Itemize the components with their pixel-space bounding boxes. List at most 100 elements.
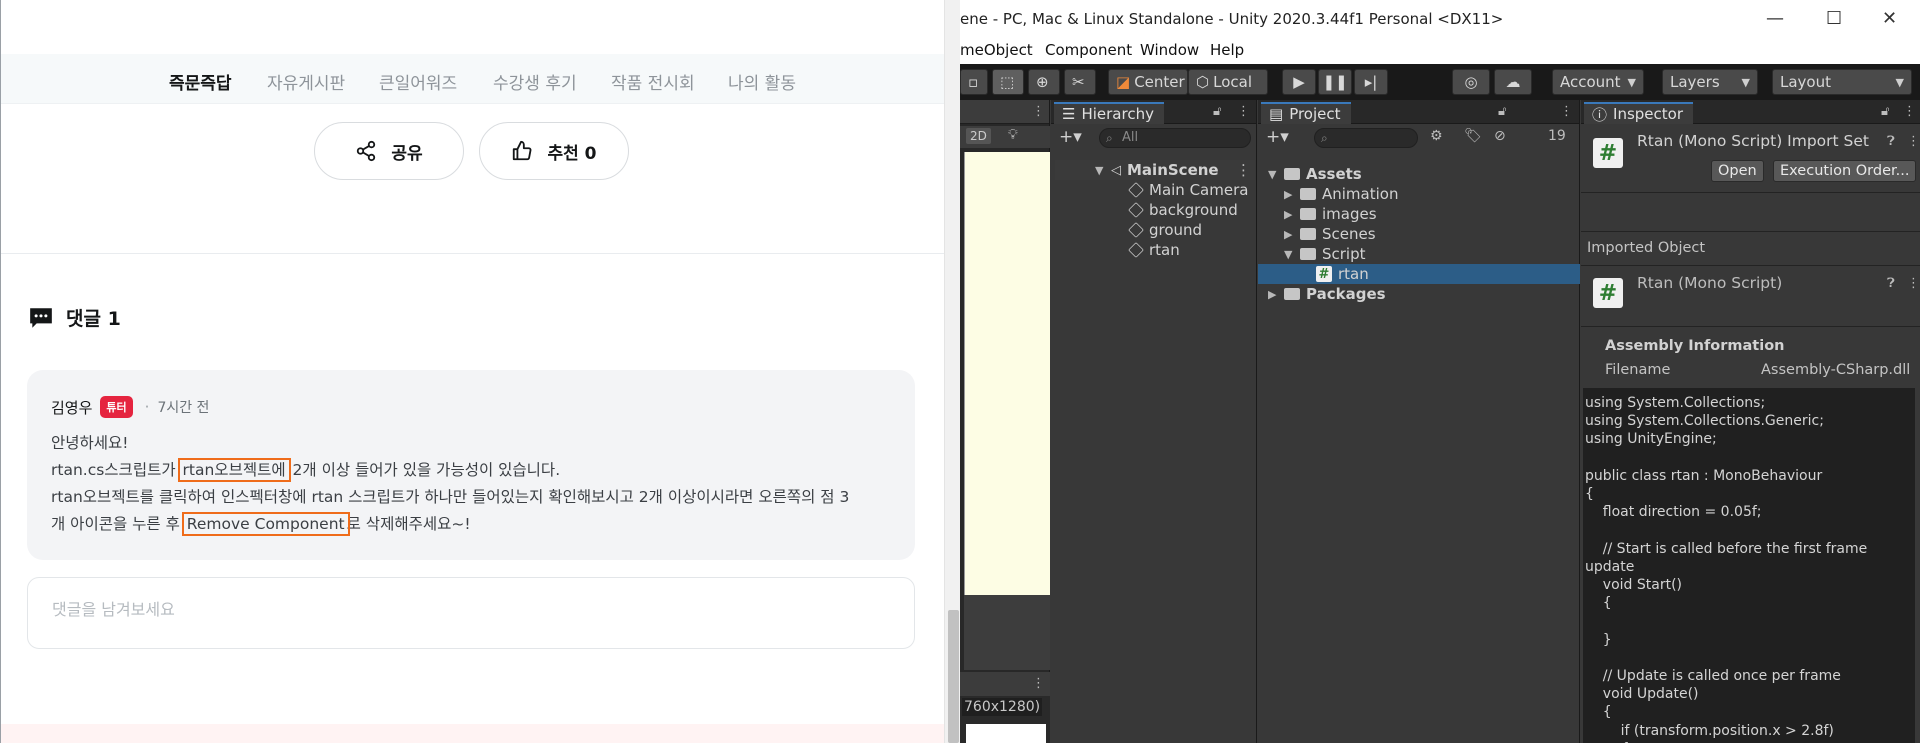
- assembly-info-label: Assembly Information: [1605, 338, 1785, 354]
- kebab-menu-icon[interactable]: ⋮: [1907, 134, 1920, 149]
- hierarchy-item[interactable]: rtan: [1128, 240, 1180, 260]
- game-header: ⋮: [960, 672, 1050, 696]
- lock-icon[interactable]: 🔓︎: [1498, 104, 1506, 119]
- project-panel: ▤ Project 🔓︎ ⋮ +▾ ⌕ ⚙ 🏷︎ ⊘ 19 ▼ Assets ▶ An…: [1258, 100, 1580, 743]
- project-tab[interactable]: ▤ Project: [1261, 102, 1351, 124]
- game-view[interactable]: ⋮ 760x1280): [960, 672, 1050, 743]
- hierarchy-item[interactable]: ground: [1128, 220, 1202, 240]
- kebab-menu-icon[interactable]: ⋮: [1560, 104, 1573, 119]
- assets-label: Assets: [1306, 165, 1362, 183]
- custom-tool-icon[interactable]: ✂: [1064, 69, 1096, 95]
- expand-icon[interactable]: ▼: [1284, 248, 1294, 261]
- reply-box[interactable]: [27, 577, 915, 649]
- hierarchy-item[interactable]: Main Camera: [1128, 180, 1248, 200]
- maximize-icon[interactable]: ☐: [1826, 8, 1842, 29]
- tab-my-activity[interactable]: 나의 활동: [728, 69, 796, 94]
- expand-icon[interactable]: ▼: [1095, 164, 1105, 177]
- lock-icon[interactable]: 🔓︎: [1213, 104, 1221, 119]
- add-icon[interactable]: +▾: [1266, 127, 1289, 147]
- label-icon[interactable]: 🏷︎: [1464, 128, 1482, 144]
- tab-exhibition[interactable]: 작품 전시회: [611, 69, 695, 94]
- project-folder[interactable]: ▶ Animation: [1284, 184, 1398, 204]
- execution-order-button[interactable]: Execution Order...: [1773, 160, 1917, 182]
- game-canvas: [966, 724, 1046, 743]
- highlight-remove-component: Remove Component: [181, 512, 350, 536]
- kebab-menu-icon[interactable]: ⋮: [1032, 676, 1045, 691]
- packages-folder[interactable]: ▶ Packages: [1268, 284, 1386, 304]
- close-icon[interactable]: ✕: [1882, 8, 1897, 29]
- kebab-menu-icon[interactable]: ⋮: [1903, 104, 1916, 119]
- project-folder[interactable]: ▼ Script: [1284, 244, 1366, 264]
- hierarchy-tab[interactable]: ☰ Hierarchy: [1054, 102, 1164, 124]
- step-icon[interactable]: ▸|: [1354, 69, 1388, 95]
- collapse-icon[interactable]: ▶: [1268, 288, 1278, 301]
- comment-author[interactable]: 김영우: [51, 397, 92, 418]
- layers-dropdown[interactable]: Layers ▼: [1662, 69, 1758, 95]
- collapse-icon[interactable]: ▶: [1284, 208, 1294, 221]
- project-item-rtan-script[interactable]: # rtan: [1258, 264, 1580, 284]
- lighting-icon[interactable]: 💡︎: [1008, 127, 1018, 143]
- hierarchy-search[interactable]: ⌕ All: [1099, 128, 1251, 148]
- collapse-icon[interactable]: ▶: [1284, 228, 1294, 241]
- play-icon[interactable]: ▶: [1282, 69, 1316, 95]
- section-divider: [1, 253, 944, 254]
- lock-icon[interactable]: 🔓︎: [1881, 104, 1889, 119]
- scene-row[interactable]: ▼ ◁ MainScene ⋮: [1055, 160, 1255, 180]
- add-icon[interactable]: +▾: [1059, 127, 1082, 147]
- folder-icon: [1300, 188, 1316, 200]
- pivot-local-button[interactable]: ⬡ Local: [1188, 69, 1268, 95]
- project-folder[interactable]: ▶ Scenes: [1284, 224, 1376, 244]
- move-tool-icon[interactable]: ▫: [960, 69, 988, 95]
- page-scrollbar[interactable]: [944, 0, 960, 743]
- assets-folder[interactable]: ▼ Assets: [1268, 164, 1362, 184]
- kebab-menu-icon[interactable]: ⋮: [1236, 161, 1251, 179]
- tab-awards[interactable]: 큰일어워즈: [379, 69, 457, 94]
- minimize-icon[interactable]: —: [1766, 8, 1784, 29]
- hidden-packages-icon[interactable]: ⊘: [1494, 128, 1506, 144]
- kebab-menu-icon[interactable]: ⋮: [1907, 276, 1920, 291]
- menu-help[interactable]: Help: [1210, 41, 1244, 59]
- transform-tool-icon[interactable]: ⊕: [1028, 69, 1060, 95]
- folder-open-icon: [1300, 248, 1316, 260]
- imported-object-label: Imported Object: [1587, 240, 1706, 256]
- tab-reviews[interactable]: 수강생 후기: [493, 69, 577, 94]
- page-scrollbar-thumb[interactable]: [948, 610, 959, 743]
- inspector-tab[interactable]: ⓘ Inspector: [1584, 102, 1693, 124]
- menu-window[interactable]: Window: [1140, 41, 1199, 59]
- pivot-icon: ◪: [1116, 73, 1131, 91]
- inspector-title: Rtan (Mono Script) Import Set: [1637, 132, 1869, 150]
- reply-input[interactable]: [52, 600, 872, 619]
- open-button[interactable]: Open: [1711, 160, 1764, 182]
- project-folder[interactable]: ▶ images: [1284, 204, 1377, 224]
- collapse-icon[interactable]: ▶: [1284, 188, 1294, 201]
- folder-icon: [1284, 288, 1300, 300]
- game-resolution[interactable]: 760x1280): [962, 698, 1043, 716]
- search-icon: ⌕: [1106, 131, 1113, 145]
- menu-gameobject[interactable]: meObject: [960, 41, 1033, 59]
- cloud-icon[interactable]: ☁: [1494, 69, 1532, 95]
- tab-free-board[interactable]: 자유게시판: [267, 69, 345, 94]
- pause-icon[interactable]: ❚❚: [1318, 69, 1352, 95]
- like-button[interactable]: 추천 0: [479, 122, 629, 180]
- tutor-badge: 튜터: [100, 396, 133, 418]
- help-icon[interactable]: ❓︎: [1887, 276, 1895, 291]
- scene-view[interactable]: ⋮ 2D 💡︎ ⋮ 760x1280): [960, 100, 1050, 743]
- pivot-center-button[interactable]: ◪ Center: [1108, 69, 1188, 95]
- share-button[interactable]: 공유: [314, 122, 464, 180]
- 2d-toggle[interactable]: 2D: [966, 128, 991, 144]
- menu-component[interactable]: Component: [1045, 41, 1132, 59]
- project-search[interactable]: ⌕: [1314, 128, 1418, 148]
- hierarchy-item[interactable]: background: [1128, 200, 1238, 220]
- collab-icon[interactable]: ◎: [1452, 69, 1490, 95]
- account-dropdown[interactable]: Account ▼: [1552, 69, 1644, 95]
- rect-tool-icon[interactable]: ⬚: [992, 69, 1024, 95]
- kebab-menu-icon[interactable]: ⋮: [1032, 104, 1045, 119]
- inspector-panel: ⓘ Inspector 🔓︎ ⋮ # Rtan (Mono Script) Imp…: [1581, 100, 1920, 743]
- tab-qna[interactable]: 즉문즉답: [169, 69, 232, 94]
- help-icon[interactable]: ❓︎: [1887, 134, 1895, 149]
- layout-dropdown[interactable]: Layout ▼: [1772, 69, 1912, 95]
- filter-type-icon[interactable]: ⚙: [1430, 128, 1443, 144]
- expand-icon[interactable]: ▼: [1268, 168, 1278, 181]
- folder-label: Script: [1322, 245, 1366, 263]
- kebab-menu-icon[interactable]: ⋮: [1237, 104, 1250, 119]
